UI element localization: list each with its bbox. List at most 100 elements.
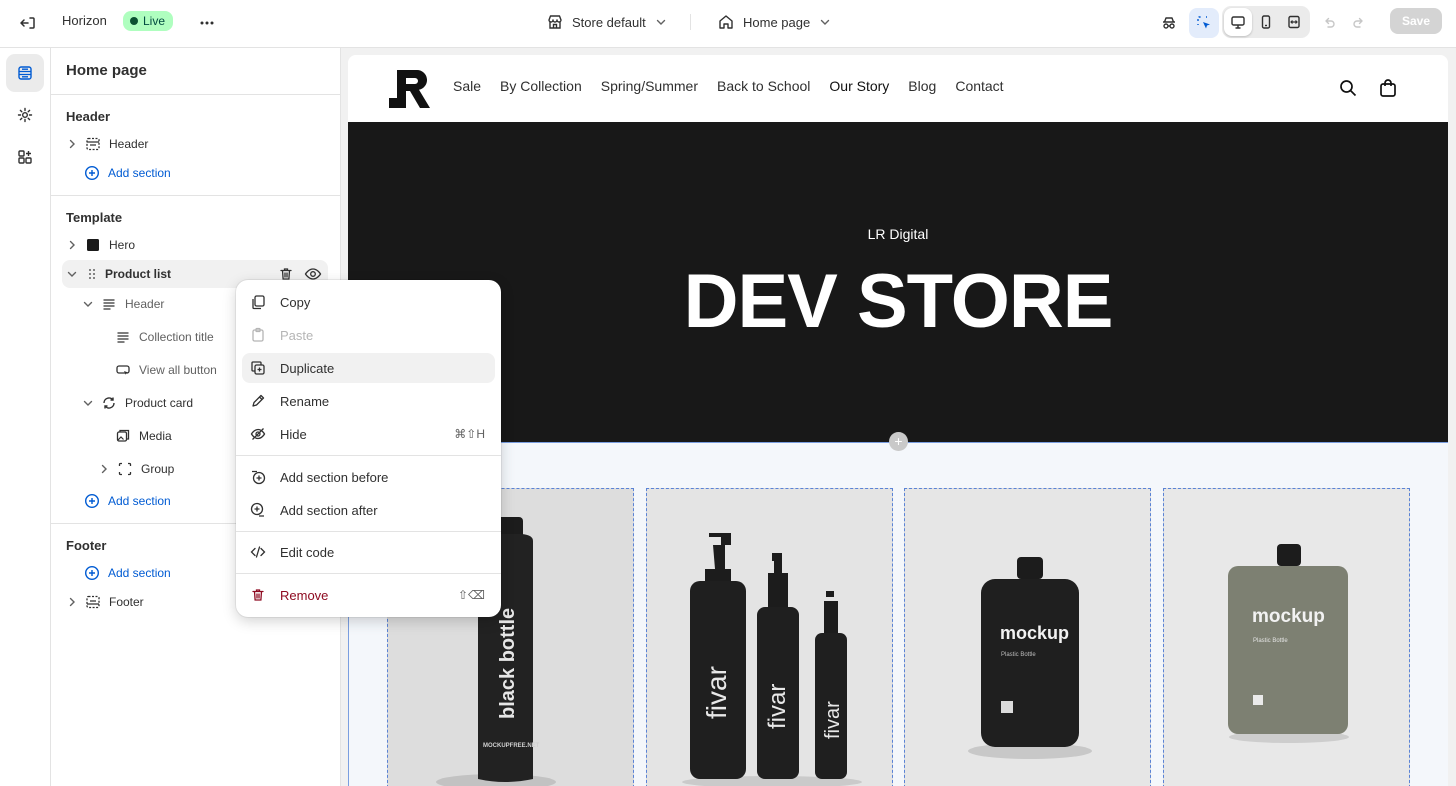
header-group-title: Header bbox=[66, 109, 111, 124]
undo-icon[interactable] bbox=[1314, 8, 1344, 38]
nav-link-sale[interactable]: Sale bbox=[453, 78, 481, 94]
add-before-icon bbox=[252, 470, 266, 485]
remove-shortcut: ⇧⌫ bbox=[457, 588, 485, 602]
store-icon bbox=[546, 13, 564, 31]
nav-link-our-story[interactable]: Our Story bbox=[829, 78, 889, 94]
sidebar-item-label: Header bbox=[109, 137, 149, 151]
hero-section[interactable]: LR Digital DEV STORE bbox=[348, 122, 1448, 442]
menu-item-label: Edit code bbox=[280, 544, 335, 560]
sidebar-item-pl-header[interactable]: Header bbox=[81, 291, 164, 317]
bottle-label: black bottle bbox=[497, 608, 519, 719]
sidebar-item-media[interactable]: Media bbox=[115, 423, 172, 449]
sidebar-item-label: Media bbox=[139, 429, 172, 443]
header-section-icon bbox=[86, 137, 100, 151]
theme-select-label: Store default bbox=[572, 14, 646, 30]
nav-link-spring-summer[interactable]: Spring/Summer bbox=[601, 78, 698, 94]
apps-icon[interactable] bbox=[6, 138, 44, 176]
template-group-title: Template bbox=[66, 210, 123, 225]
media-icon bbox=[116, 429, 130, 442]
sidebar-item-label: Footer bbox=[109, 595, 144, 609]
chevron-right-icon bbox=[69, 597, 75, 607]
theme-name: Horizon bbox=[62, 13, 107, 28]
text-block-icon bbox=[103, 299, 115, 310]
left-rail bbox=[0, 48, 51, 786]
menu-item-add-section-after[interactable]: Add section after bbox=[242, 495, 495, 525]
product-image-black-mockup: mockup Plastic Bottle bbox=[905, 489, 1150, 786]
add-section-button[interactable]: Add section bbox=[84, 488, 171, 514]
drag-handle-icon[interactable] bbox=[85, 266, 99, 282]
footer-group-title: Footer bbox=[66, 538, 107, 553]
sidebar-item-label: Product list bbox=[105, 267, 172, 281]
inspector-toggle-icon[interactable] bbox=[1189, 8, 1219, 38]
menu-item-copy[interactable]: Copy bbox=[242, 287, 495, 317]
page-select-label: Home page bbox=[743, 14, 811, 30]
paste-icon bbox=[252, 327, 264, 342]
add-section-button[interactable]: Add section bbox=[84, 160, 171, 186]
sidebar-item-group[interactable]: Group bbox=[97, 456, 174, 482]
trash-icon bbox=[252, 589, 264, 601]
product-card[interactable]: mockup Plastic Bottle bbox=[1163, 488, 1410, 786]
nav-link-blog[interactable]: Blog bbox=[908, 78, 936, 94]
more-icon[interactable] bbox=[196, 12, 218, 34]
divider bbox=[51, 195, 340, 196]
search-icon[interactable] bbox=[1339, 79, 1357, 97]
exit-icon[interactable] bbox=[17, 12, 39, 34]
theme-select[interactable]: Store default bbox=[546, 11, 668, 33]
menu-item-label: Remove bbox=[280, 587, 329, 603]
menu-item-edit-code[interactable]: Edit code bbox=[242, 537, 495, 567]
nav-link-contact[interactable]: Contact bbox=[955, 78, 1003, 94]
page-select[interactable]: Home page bbox=[717, 11, 832, 33]
menu-divider bbox=[236, 531, 501, 532]
plus-circle-icon bbox=[84, 565, 100, 581]
group-block-icon bbox=[118, 462, 132, 476]
product-image-fivar-bottles: fivar fivar fivar bbox=[647, 489, 892, 786]
sidebar-item-product-card[interactable]: Product card bbox=[81, 390, 193, 416]
duplicate-icon bbox=[251, 361, 265, 375]
settings-icon[interactable] bbox=[6, 96, 44, 134]
product-card[interactable]: mockup Plastic Bottle bbox=[904, 488, 1151, 786]
bottle-sub-label: Plastic Bottle bbox=[1253, 638, 1288, 644]
redo-icon[interactable] bbox=[1344, 8, 1374, 38]
nav-link-back-to-school[interactable]: Back to School bbox=[717, 78, 810, 94]
sidebar-item-header[interactable]: Header bbox=[65, 131, 148, 157]
store-logo[interactable] bbox=[389, 70, 431, 108]
eye-off-icon bbox=[250, 428, 266, 440]
menu-divider bbox=[236, 573, 501, 574]
refresh-link-icon bbox=[103, 397, 115, 409]
viewport-switcher bbox=[1222, 6, 1310, 38]
cart-bag-icon[interactable] bbox=[1378, 78, 1398, 98]
sidebar-item-collection-title[interactable]: Collection title bbox=[115, 324, 214, 350]
menu-item-paste[interactable]: Paste bbox=[242, 320, 495, 350]
sections-icon[interactable] bbox=[6, 54, 44, 92]
add-after-icon bbox=[250, 502, 264, 517]
context-menu: Copy Paste Duplicate Rename Hide ⌘⇧H Add… bbox=[236, 280, 501, 617]
sensitive-data-icon[interactable] bbox=[1154, 8, 1184, 38]
button-cursor-icon bbox=[116, 365, 130, 375]
menu-item-hide[interactable]: Hide ⌘⇧H bbox=[242, 419, 495, 449]
status-badge: Live bbox=[123, 11, 174, 31]
nav-link-by-collection[interactable]: By Collection bbox=[500, 78, 582, 94]
sidebar-item-hero[interactable]: Hero bbox=[65, 232, 135, 258]
chevron-right-icon bbox=[69, 240, 75, 250]
plus-circle-icon bbox=[84, 165, 100, 181]
full-width-icon[interactable] bbox=[1280, 8, 1308, 36]
menu-item-add-section-before[interactable]: Add section before bbox=[242, 462, 495, 492]
menu-item-rename[interactable]: Rename bbox=[242, 386, 495, 416]
sidebar-item-label: Hero bbox=[109, 238, 136, 252]
mobile-icon[interactable] bbox=[1252, 8, 1280, 36]
hero-title: DEV STORE bbox=[683, 259, 1114, 344]
bottle-label: fivar bbox=[764, 684, 791, 729]
sidebar-item-footer[interactable]: Footer bbox=[65, 589, 144, 615]
desktop-icon[interactable] bbox=[1224, 8, 1252, 36]
save-button[interactable]: Save bbox=[1390, 8, 1442, 34]
footer-section-icon bbox=[86, 595, 100, 609]
sidebar-item-product-list[interactable]: Product list bbox=[65, 261, 171, 287]
add-section-button[interactable]: Add section bbox=[84, 560, 171, 586]
pencil-icon bbox=[252, 394, 265, 407]
add-section-plus-icon[interactable]: + bbox=[889, 432, 908, 451]
menu-item-duplicate[interactable]: Duplicate bbox=[242, 353, 495, 383]
sidebar-item-view-all-button[interactable]: View all button bbox=[115, 357, 217, 383]
code-icon bbox=[250, 546, 266, 558]
menu-item-remove[interactable]: Remove ⇧⌫ bbox=[242, 580, 495, 610]
product-card[interactable]: fivar fivar fivar bbox=[646, 488, 893, 786]
